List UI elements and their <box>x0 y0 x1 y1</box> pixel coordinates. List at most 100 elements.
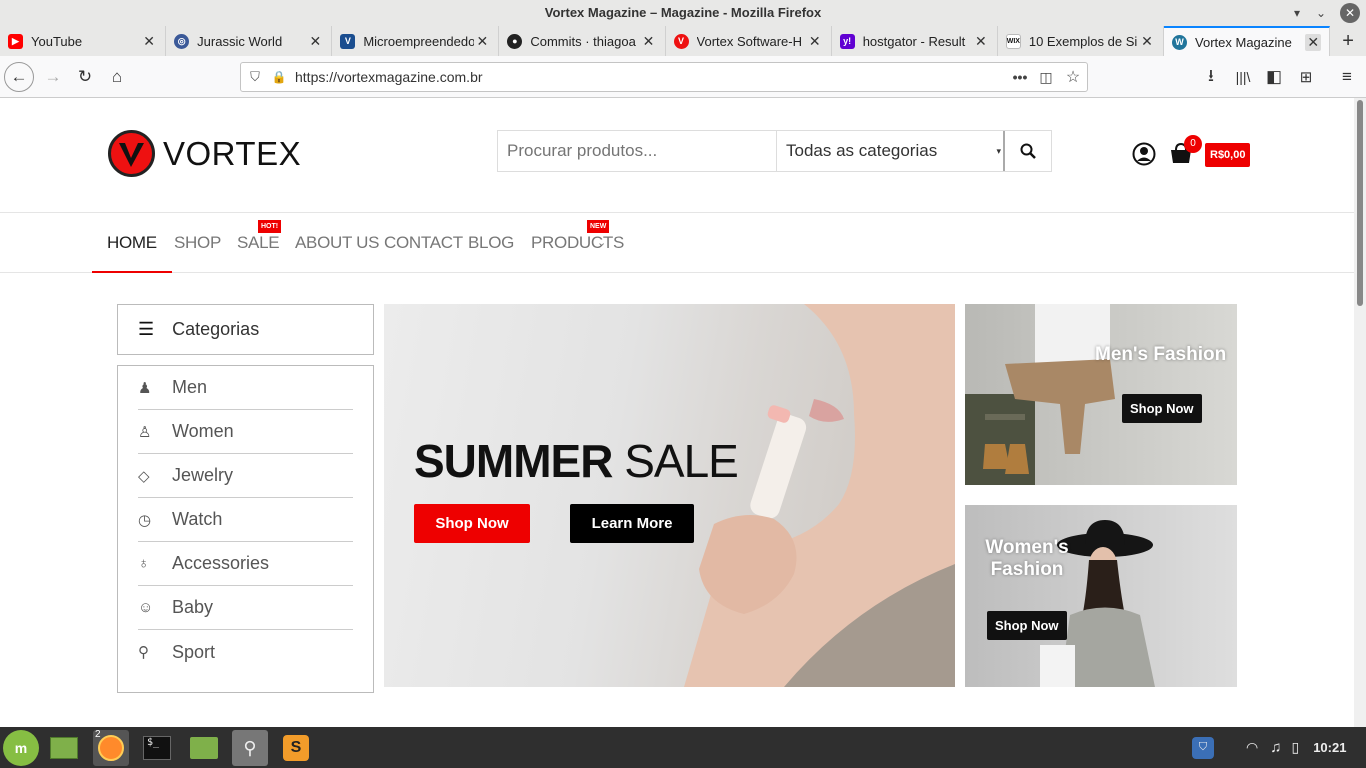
category-select[interactable]: Todas as categorias ▾ <box>777 131 1005 171</box>
sound-icon[interactable]: ♫ <box>1270 739 1281 756</box>
womens-fashion-banner[interactable]: Women's Fashion Shop Now <box>965 505 1237 687</box>
close-tab-icon[interactable]: ✕ <box>141 33 157 50</box>
restore-icon[interactable]: ⌄ <box>1311 0 1331 26</box>
category-baby[interactable]: ☺ Baby <box>138 586 353 630</box>
close-tab-icon[interactable]: ✕ <box>307 33 323 50</box>
files-icon[interactable] <box>186 730 222 766</box>
categories-header[interactable]: ☰ Categorias <box>117 304 374 355</box>
lock-icon[interactable]: 🔒 <box>269 70 289 84</box>
category-label: Men <box>172 377 208 397</box>
banner-title-light: SALE <box>624 435 739 487</box>
github-icon: ● <box>507 33 523 49</box>
menu-products[interactable]: PRODUCTS <box>531 213 624 273</box>
tab-label: Commits · thiagoa <box>530 33 636 49</box>
usb-icon[interactable]: ⚲ <box>232 730 268 766</box>
search-icon <box>1020 143 1036 159</box>
close-window-icon[interactable]: ✕ <box>1340 3 1360 23</box>
url-text[interactable]: https://vortexmagazine.com.br <box>295 69 1007 85</box>
tab-bar: ▶ YouTube ✕ ◎ Jurassic World ✕ V Microem… <box>0 26 1366 56</box>
cart-total[interactable]: R$0,00 <box>1205 143 1251 167</box>
page-scrollbar[interactable] <box>1354 98 1366 727</box>
bookmark-star-icon[interactable]: ☆ <box>1059 67 1087 87</box>
tab-exemplos[interactable]: WIX 10 Exemplos de Si ✕ <box>998 26 1165 56</box>
search-button[interactable] <box>1005 131 1051 171</box>
close-tab-icon[interactable]: ✕ <box>1305 33 1322 51</box>
category-men[interactable]: ♟ Men <box>138 366 353 410</box>
library-icon[interactable]: |||\ <box>1228 62 1258 92</box>
terminal-icon[interactable]: $_ <box>139 730 175 766</box>
account-icon[interactable] <box>1132 142 1156 171</box>
main-menu: HOME SHOP SALE HOT! ABOUT US CONTACT BLO… <box>0 212 1354 273</box>
menu-icon[interactable]: ≡ <box>1332 62 1362 92</box>
category-women[interactable]: ♙ Women <box>138 410 353 454</box>
wifi-icon[interactable]: ◠ <box>1246 739 1258 756</box>
tab-label: YouTube <box>31 33 83 49</box>
minimize-icon[interactable]: ▾ <box>1287 0 1307 26</box>
shield-icon[interactable]: ⛉ <box>241 69 269 85</box>
page-actions-icon[interactable]: ••• <box>1007 69 1033 85</box>
taskbar: m 2 $_ ⚲ S ⛉ ◠ ♫ ▯ 10:21 <box>0 727 1366 768</box>
navigation-toolbar: ← → ↻ ⌂ ⛉ 🔒 https://vortexmagazine.com.b… <box>0 56 1366 98</box>
firefox-taskbar-icon[interactable]: 2 <box>93 729 129 766</box>
extensions-icon[interactable]: ⊞ <box>1291 62 1321 92</box>
sidebar-icon[interactable]: ◧ <box>1259 62 1289 92</box>
close-tab-icon[interactable]: ✕ <box>474 33 490 50</box>
close-tab-icon[interactable]: ✕ <box>1139 33 1155 50</box>
tab-vortex-software[interactable]: V Vortex Software-H ✕ <box>666 26 832 56</box>
hero-banner: SUMMER SALE Shop Now Learn More <box>384 304 955 687</box>
sublime-text-icon[interactable]: S <box>278 730 314 766</box>
battery-icon[interactable]: ▯ <box>1291 739 1299 756</box>
tab-label: Vortex Software-H <box>696 33 803 49</box>
menu-home[interactable]: HOME <box>92 213 172 273</box>
mens-shop-now-button[interactable]: Shop Now <box>1122 394 1202 423</box>
category-jewelry[interactable]: ◇ Jewelry <box>138 454 353 498</box>
tab-hostgator[interactable]: y! hostgator - Result ✕ <box>832 26 998 56</box>
clock-icon: ◷ <box>138 511 152 529</box>
close-tab-icon[interactable]: ✕ <box>641 33 657 50</box>
site-logo[interactable]: VORTEX <box>108 130 301 177</box>
pocket-icon[interactable]: ◫ <box>1033 69 1059 86</box>
new-tab-button[interactable]: + <box>1330 26 1366 56</box>
category-label: Baby <box>172 597 214 617</box>
download-icon[interactable]: ⭳ <box>1196 62 1226 92</box>
update-shield-icon[interactable]: ⛉ <box>1192 736 1214 759</box>
url-bar[interactable]: ⛉ 🔒 https://vortexmagazine.com.br ••• ◫ … <box>240 62 1088 92</box>
tab-vortex-magazine[interactable]: W Vortex Magazine ✕ <box>1164 26 1331 56</box>
banner-title: SUMMER SALE <box>414 434 739 488</box>
youtube-icon: ▶ <box>8 33 23 49</box>
mens-fashion-banner[interactable]: Men's Fashion Shop Now <box>965 304 1237 485</box>
mint-menu-icon[interactable]: m <box>3 730 39 766</box>
hamburger-icon: ☰ <box>138 319 155 339</box>
close-tab-icon[interactable]: ✕ <box>973 33 989 50</box>
menu-shop[interactable]: SHOP <box>174 213 221 273</box>
clock[interactable]: 10:21 <box>1313 740 1346 755</box>
category-sport[interactable]: ⚲ Sport <box>138 630 353 674</box>
learn-more-button[interactable]: Learn More <box>570 504 694 543</box>
category-accessories[interactable]: ♁ Accessories <box>138 542 353 586</box>
search-input[interactable] <box>498 131 777 171</box>
bicycle-icon: ⚲ <box>138 644 149 661</box>
menu-about[interactable]: ABOUT US <box>295 213 380 273</box>
categories-title: Categorias <box>172 319 260 339</box>
forward-icon[interactable]: → <box>38 62 68 92</box>
tab-microempreendedor[interactable]: V Microempreendedor ✕ <box>332 26 500 56</box>
tab-label: Microempreendedor <box>363 33 475 49</box>
category-watch[interactable]: ◷ Watch <box>138 498 353 542</box>
show-desktop-icon[interactable] <box>46 730 82 766</box>
menu-contact[interactable]: CONTACT <box>384 213 463 273</box>
bulb-icon: ♁ <box>138 555 150 572</box>
womens-shop-now-button[interactable]: Shop Now <box>987 611 1067 640</box>
tab-youtube[interactable]: ▶ YouTube ✕ <box>0 26 167 56</box>
tab-jurassic[interactable]: ◎ Jurassic World ✕ <box>166 26 333 56</box>
tab-label: 10 Exemplos de Si <box>1028 33 1138 49</box>
home-icon[interactable]: ⌂ <box>102 62 132 92</box>
close-tab-icon[interactable]: ✕ <box>807 33 823 50</box>
menu-blog[interactable]: BLOG <box>468 213 514 273</box>
tab-label: Jurassic World <box>197 33 283 49</box>
shop-now-button[interactable]: Shop Now <box>414 504 530 543</box>
back-icon[interactable]: ← <box>4 62 34 92</box>
reload-icon[interactable]: ↻ <box>70 62 100 92</box>
tab-commits[interactable]: ● Commits · thiagoa ✕ <box>499 26 666 56</box>
website-viewport: VORTEX Todas as categorias ▾ 0 R$0,00 HO… <box>0 98 1354 727</box>
scrollbar-thumb[interactable] <box>1357 100 1363 306</box>
